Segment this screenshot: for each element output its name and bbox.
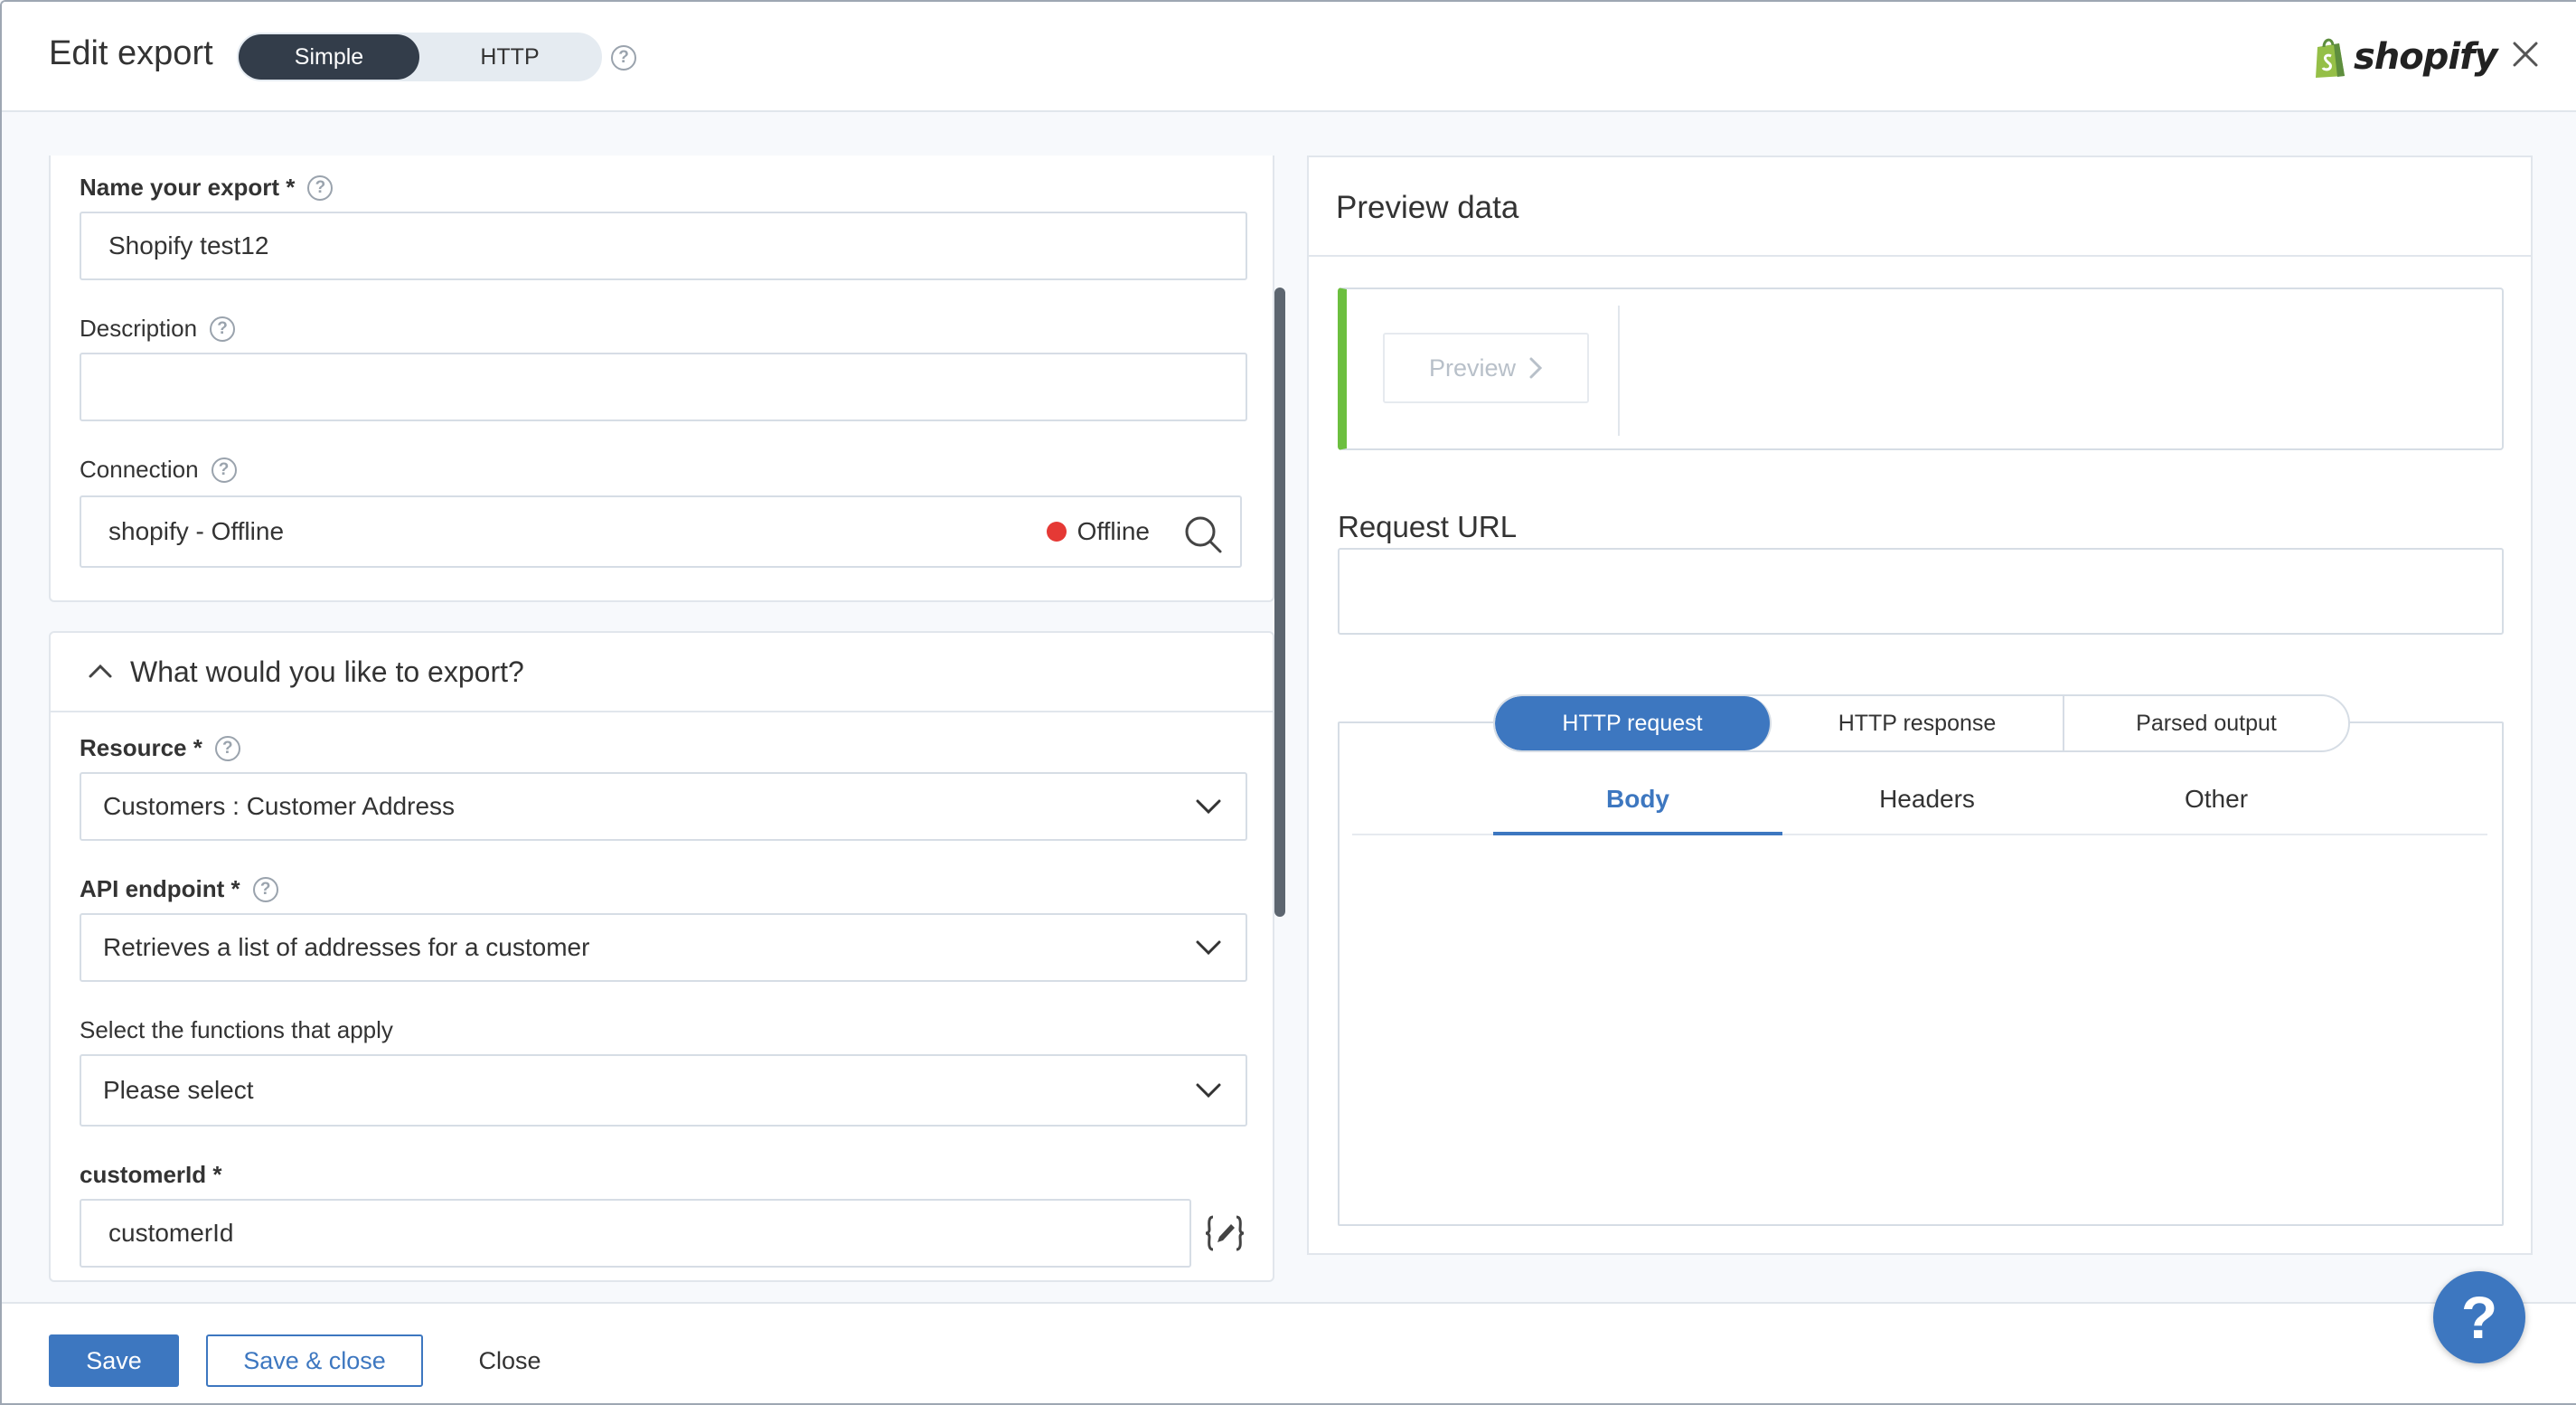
customer-id-label: customerId * bbox=[80, 1161, 222, 1188]
name-input[interactable]: Shopify test12 bbox=[80, 212, 1247, 280]
connection-label-row: Connection ? bbox=[80, 456, 237, 484]
export-section-title: What would you like to export? bbox=[130, 655, 524, 688]
tab-http-request[interactable]: HTTP request bbox=[1495, 696, 1772, 750]
general-settings-card: Name your export * ? Shopify test12 Desc… bbox=[49, 156, 1274, 602]
resource-label: Resource * bbox=[80, 734, 202, 761]
functions-label-row: Select the functions that apply bbox=[80, 1016, 393, 1044]
api-endpoint-select[interactable]: Retrieves a list of addresses for a cust… bbox=[80, 913, 1247, 982]
help-button[interactable]: ? bbox=[2433, 1271, 2525, 1363]
tab-parsed-output[interactable]: Parsed output bbox=[2064, 696, 2348, 750]
help-icon[interactable]: ? bbox=[211, 457, 237, 483]
request-url-label: Request URL bbox=[1338, 510, 1518, 543]
divider bbox=[1618, 306, 1620, 436]
functions-value: Please select bbox=[103, 1076, 254, 1104]
search-icon[interactable] bbox=[1182, 514, 1224, 555]
mode-http-option[interactable]: HTTP bbox=[419, 34, 600, 80]
dialog-title: Edit export bbox=[49, 34, 213, 72]
functions-label: Select the functions that apply bbox=[80, 1016, 393, 1043]
help-icon[interactable]: ? bbox=[252, 876, 278, 902]
close-icon[interactable] bbox=[2511, 40, 2540, 69]
export-section-header[interactable]: What would you like to export? bbox=[51, 633, 1273, 712]
tab-body[interactable]: Body bbox=[1493, 765, 1782, 835]
mode-simple-option[interactable]: Simple bbox=[239, 34, 419, 80]
preview-panel: Preview data Preview Request URL HTTP re… bbox=[1307, 156, 2533, 1255]
tab-headers[interactable]: Headers bbox=[1782, 765, 2072, 835]
close-button[interactable]: Close bbox=[454, 1334, 566, 1387]
name-label: Name your export * bbox=[80, 174, 296, 201]
http-view-tabs: HTTP request HTTP response Parsed output bbox=[1493, 694, 2350, 752]
description-label: Description bbox=[80, 315, 198, 342]
logo-wordmark: shopify bbox=[2354, 36, 2498, 78]
api-endpoint-label-row: API endpoint * ? bbox=[80, 875, 278, 903]
chevron-down-icon bbox=[1196, 940, 1221, 956]
preview-title: Preview data bbox=[1336, 190, 1519, 225]
chevron-down-icon bbox=[1196, 799, 1221, 815]
dialog-header: Edit export Simple HTTP ? shopify bbox=[2, 2, 2576, 112]
connection-status-text: Offline bbox=[1076, 517, 1150, 545]
save-and-close-button[interactable]: Save & close bbox=[206, 1334, 423, 1387]
mode-toggle: Simple HTTP bbox=[237, 33, 602, 81]
shopify-bag-icon bbox=[2316, 38, 2345, 78]
api-endpoint-label: API endpoint * bbox=[80, 875, 240, 902]
request-url-field bbox=[1338, 548, 2504, 635]
help-icon[interactable]: ? bbox=[307, 174, 334, 201]
resource-select[interactable]: Customers : Customer Address bbox=[80, 772, 1247, 841]
help-icon[interactable]: ? bbox=[210, 316, 236, 342]
chevron-up-icon bbox=[89, 664, 112, 678]
tab-other[interactable]: Other bbox=[2072, 765, 2361, 835]
dialog-footer: Save Save & close Close bbox=[2, 1302, 2576, 1403]
status-dot-icon bbox=[1046, 522, 1067, 542]
functions-select[interactable]: Please select bbox=[80, 1054, 1247, 1127]
tab-http-response[interactable]: HTTP response bbox=[1772, 696, 2064, 750]
api-endpoint-value: Retrieves a list of addresses for a cust… bbox=[103, 933, 590, 961]
help-icon[interactable]: ? bbox=[611, 45, 636, 71]
description-label-row: Description ? bbox=[80, 315, 236, 343]
name-label-row: Name your export * ? bbox=[80, 174, 334, 202]
description-input[interactable] bbox=[80, 353, 1247, 421]
connection-status: Offline bbox=[1046, 497, 1150, 566]
export-section-card: What would you like to export? Resource … bbox=[49, 631, 1274, 1282]
preview-button[interactable]: Preview bbox=[1383, 333, 1589, 403]
resource-label-row: Resource * ? bbox=[80, 734, 240, 762]
customer-id-value: customerId bbox=[108, 1219, 234, 1247]
connection-value: shopify - Offline bbox=[108, 517, 285, 545]
shopify-logo: shopify bbox=[2312, 34, 2498, 80]
name-input-value: Shopify test12 bbox=[108, 231, 269, 259]
handlebars-editor-icon[interactable] bbox=[1204, 1213, 1246, 1253]
edit-export-dialog: Edit export Simple HTTP ? shopify Name y… bbox=[0, 0, 2576, 1405]
chevron-right-icon bbox=[1529, 357, 1543, 379]
resource-value: Customers : Customer Address bbox=[103, 792, 456, 820]
connection-input[interactable]: shopify - Offline Offline bbox=[80, 495, 1242, 568]
request-detail-tabs: Body Headers Other bbox=[1352, 765, 2487, 835]
save-button[interactable]: Save bbox=[49, 1334, 179, 1387]
left-panel-scrollbar[interactable] bbox=[1274, 288, 1285, 917]
preview-button-label: Preview bbox=[1428, 354, 1517, 382]
customer-id-input[interactable]: customerId bbox=[80, 1199, 1191, 1268]
help-icon[interactable]: ? bbox=[214, 735, 240, 761]
connection-label: Connection bbox=[80, 456, 199, 483]
divider bbox=[1309, 255, 2531, 257]
chevron-down-icon bbox=[1196, 1083, 1221, 1099]
customer-id-label-row: customerId * bbox=[80, 1161, 222, 1189]
preview-box: Preview bbox=[1338, 288, 2504, 450]
